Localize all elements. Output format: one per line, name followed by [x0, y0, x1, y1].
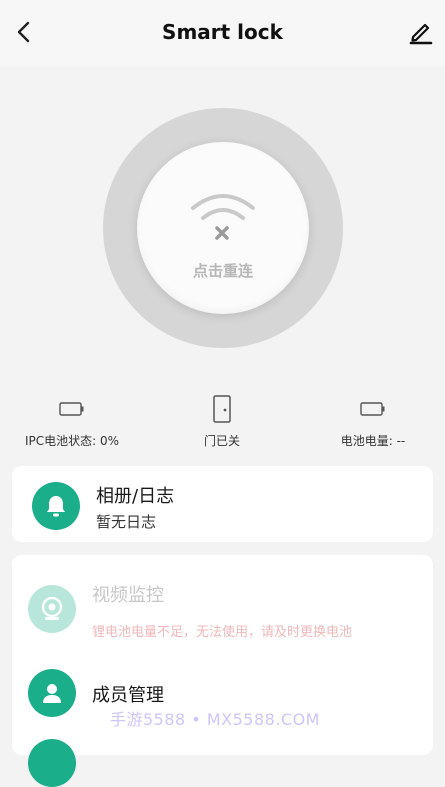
album-log-card[interactable]: 相册/日志 暂无日志 [12, 466, 433, 542]
bell-icon [47, 496, 65, 517]
battery-icon [360, 402, 385, 416]
door-state-label: 门已关 [203, 434, 240, 448]
video-monitor-item[interactable]: 视频监控 锂电池电量不足，无法使用，请及时更换电池 [12, 569, 433, 661]
lock-status-ring: 点击重连 [103, 108, 343, 348]
battery-level-status: 电池电量: -- [330, 394, 416, 449]
door-icon [213, 395, 231, 423]
page-title: Smart lock [162, 20, 283, 44]
member-icon-badge [28, 669, 76, 717]
status-row: IPC电池状态: 0% 门已关 电池电量: -- [0, 394, 445, 454]
pencil-icon [409, 23, 433, 45]
watermark: 手游5588 • MX5588.COM [110, 710, 320, 729]
battery-icon [59, 402, 84, 416]
ipc-battery-label: IPC电池状态: 0% [24, 434, 120, 448]
battery-warning-text: 锂电池电量不足，无法使用，请及时更换电池 [92, 625, 353, 640]
video-icon-badge [28, 585, 76, 633]
album-icon-badge [32, 482, 80, 530]
ipc-battery-status: IPC电池状态: 0% [22, 394, 122, 449]
reconnect-button[interactable]: 点击重连 [137, 142, 309, 314]
user-icon [43, 684, 61, 703]
member-management-title: 成员管理 [92, 685, 164, 706]
wifi-disconnected-icon [191, 194, 255, 240]
album-title: 相册/日志 [96, 486, 175, 507]
top-bar: Smart lock [0, 0, 445, 66]
next-item-icon-badge [28, 739, 76, 787]
album-subtitle: 暂无日志 [96, 513, 157, 531]
reconnect-label: 点击重连 [192, 262, 253, 280]
edit-button[interactable] [407, 18, 435, 46]
battery-level-label: 电池电量: -- [340, 434, 406, 448]
video-monitor-title: 视频监控 [92, 585, 164, 606]
door-status: 门已关 [182, 394, 262, 449]
camera-icon [41, 596, 63, 620]
